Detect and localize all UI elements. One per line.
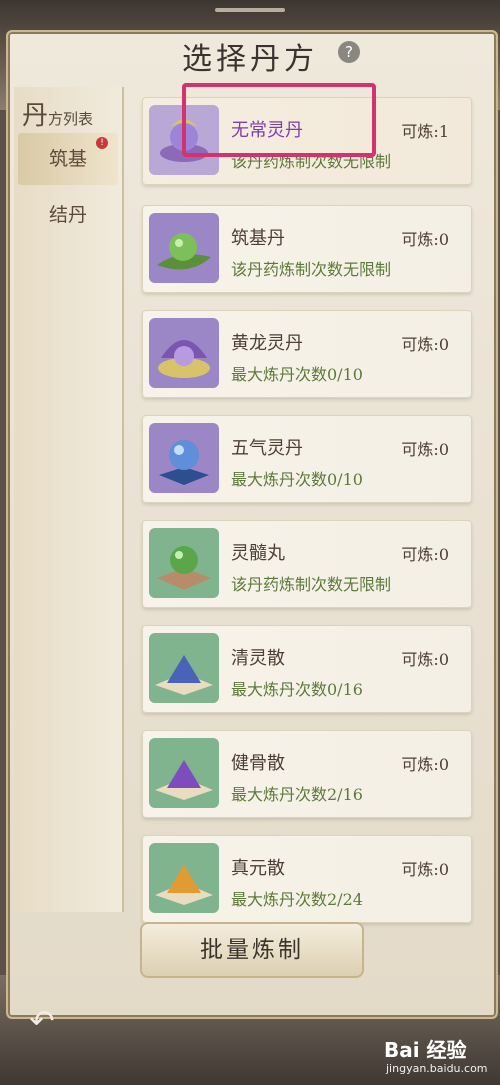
pill-name: 筑基丹	[231, 228, 285, 249]
pill-name: 五气灵丹	[231, 438, 303, 459]
purple-powder-icon	[149, 738, 219, 808]
pill-card[interactable]: 清灵散 可炼:0 最大炼丹次数0/16	[142, 625, 472, 713]
pill-name: 灵髓丸	[231, 543, 285, 564]
help-icon[interactable]: ?	[338, 41, 360, 63]
pill-limit: 最大炼丹次数0/16	[231, 680, 363, 699]
orange-powder-icon	[149, 843, 219, 913]
pill-limit: 最大炼丹次数0/10	[231, 365, 363, 384]
pill-name: 健骨散	[231, 753, 285, 774]
sidebar-header-big: 丹	[22, 101, 49, 131]
back-arrow-icon[interactable]: ↶	[22, 1002, 62, 1042]
pill-count: 可炼:0	[401, 230, 449, 249]
pill-name: 无常灵丹	[231, 120, 303, 141]
sidebar-tab-jiedan[interactable]: 结丹	[18, 189, 118, 241]
blue-powder-icon	[149, 633, 219, 703]
crescent-orb-icon	[149, 105, 219, 175]
green-orb-leaf-icon	[149, 213, 219, 283]
drag-handle[interactable]	[215, 8, 285, 12]
sidebar-header-small: 方列表	[48, 110, 94, 128]
alert-badge: !	[96, 137, 108, 149]
pill-card[interactable]: 黄龙灵丹 可炼:0 最大炼丹次数0/10	[142, 310, 472, 398]
blue-orb-stand-icon	[149, 423, 219, 493]
sidebar: 丹方列表 筑基 结丹	[14, 87, 124, 912]
watermark: Bai 经验 jingyan.baidu.com	[384, 1032, 494, 1080]
pill-name: 真元散	[231, 858, 285, 879]
batch-refine-button[interactable]: 批量炼制	[140, 922, 364, 978]
pill-count: 可炼:1	[401, 122, 449, 141]
pill-limit: 该丹药炼制次数无限制	[231, 260, 392, 279]
pill-count: 可炼:0	[401, 335, 449, 354]
pill-limit: 该丹药炼制次数无限制	[231, 152, 392, 171]
shell-pearl-icon	[149, 318, 219, 388]
pill-limit: 最大炼丹次数0/10	[231, 470, 363, 489]
pill-count: 可炼:0	[401, 440, 449, 459]
pill-name: 黄龙灵丹	[231, 333, 303, 354]
pill-card[interactable]: 健骨散 可炼:0 最大炼丹次数2/16	[142, 730, 472, 818]
pill-card[interactable]: 五气灵丹 可炼:0 最大炼丹次数0/10	[142, 415, 472, 503]
green-orb-cloth-icon	[149, 528, 219, 598]
pill-count: 可炼:0	[401, 650, 449, 669]
pill-count: 可炼:0	[401, 545, 449, 564]
pill-limit: 该丹药炼制次数无限制	[231, 575, 392, 594]
pill-card[interactable]: 无常灵丹 可炼:1 该丹药炼制次数无限制	[142, 97, 472, 185]
pill-count: 可炼:0	[401, 755, 449, 774]
pill-name: 清灵散	[231, 648, 285, 669]
pill-card[interactable]: 灵髓丸 可炼:0 该丹药炼制次数无限制	[142, 520, 472, 608]
pill-card[interactable]: 真元散 可炼:0 最大炼丹次数2/24	[142, 835, 472, 923]
pill-limit: 最大炼丹次数2/24	[231, 890, 363, 909]
watermark-url: jingyan.baidu.com	[386, 1062, 488, 1075]
sidebar-header: 丹方列表	[22, 95, 93, 132]
page-title: 选择丹方	[182, 42, 318, 77]
watermark-logo: Bai 经验	[384, 1038, 467, 1062]
pill-count: 可炼:0	[401, 860, 449, 879]
pill-card[interactable]: 筑基丹 可炼:0 该丹药炼制次数无限制	[142, 205, 472, 293]
pill-limit: 最大炼丹次数2/16	[231, 785, 363, 804]
